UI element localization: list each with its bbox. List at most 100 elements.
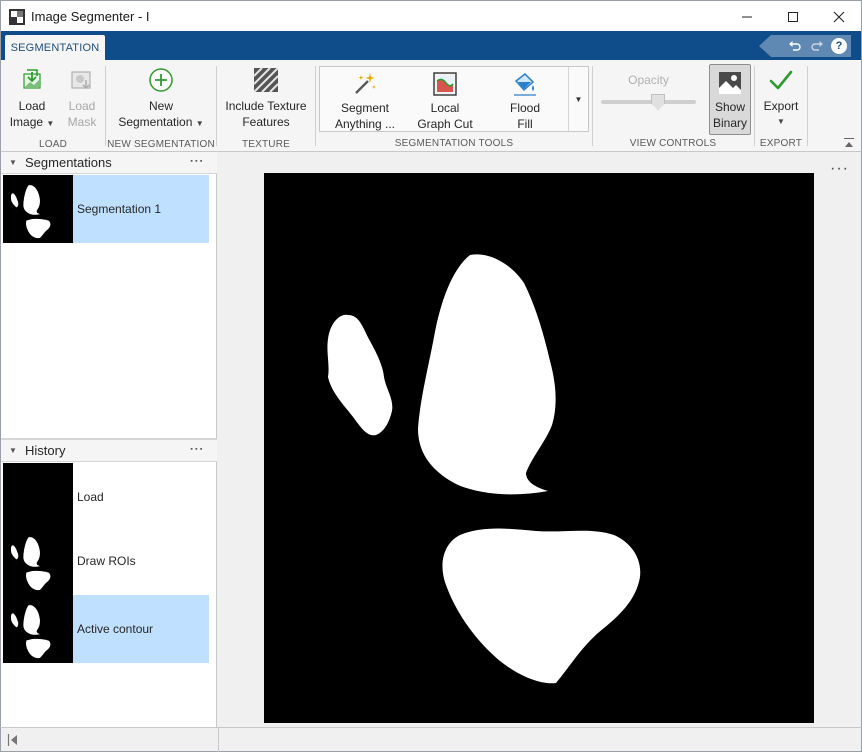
- chevron-down-icon: ▼: [574, 94, 583, 104]
- section-divider: [754, 66, 755, 146]
- segmentations-panel-header[interactable]: ▼ Segmentations ⋮: [1, 152, 217, 174]
- mask-region-top: [418, 254, 556, 495]
- section-load: Load Image ▼ Load Mask LOAD: [1, 60, 105, 152]
- show-binary-toggle[interactable]: Show Binary: [709, 64, 751, 135]
- status-divider: [218, 728, 219, 752]
- chevron-down-icon: ▼: [195, 119, 204, 128]
- quick-access-toolbar: ?: [759, 35, 851, 57]
- history-thumbnail: [3, 527, 73, 595]
- section-divider: [315, 66, 316, 146]
- app-icon: [9, 9, 25, 25]
- history-thumbnail: [3, 595, 73, 663]
- magic-wand-icon: [355, 73, 376, 94]
- include-texture-features-button[interactable]: Include Texture Features: [221, 66, 311, 130]
- title-bar: Image Segmenter - I: [0, 0, 862, 31]
- graph-cut-icon: [433, 72, 457, 96]
- image-canvas[interactable]: [264, 173, 814, 723]
- collapse-triangle-icon[interactable]: ▼: [9, 158, 21, 167]
- load-mask-label-1: Load: [68, 99, 96, 113]
- load-mask-button[interactable]: Load Mask: [59, 66, 105, 130]
- main-image-area: ···: [217, 152, 862, 727]
- section-label-export: EXPORT: [759, 138, 803, 149]
- maximize-icon: [788, 11, 798, 22]
- left-panel: ▼ Segmentations ⋮ Segmentation 1 ▼ Histo…: [0, 152, 217, 727]
- segment-anything-label-1: Segment: [340, 101, 390, 115]
- history-item-load[interactable]: Load: [3, 463, 209, 531]
- segmentation-item-label: Segmentation 1: [77, 202, 162, 216]
- flood-fill-label-1: Flood: [509, 101, 541, 115]
- opacity-slider-thumb[interactable]: [651, 94, 665, 110]
- section-texture: Include Texture Features TEXTURE: [217, 60, 315, 152]
- load-image-label-2: Image ▼: [9, 115, 55, 129]
- history-item-active-contour[interactable]: Active contour: [3, 595, 209, 663]
- flood-fill-button[interactable]: Flood Fill: [490, 70, 560, 132]
- opacity-label: Opacity: [628, 73, 669, 87]
- history-thumbnail: [3, 463, 73, 531]
- paint-bucket-icon: [514, 73, 536, 96]
- export-label: Export: [763, 99, 799, 113]
- window-title: Image Segmenter - I: [31, 9, 150, 24]
- history-item-label: Active contour: [77, 622, 154, 636]
- collapse-triangle-icon[interactable]: ▼: [9, 446, 21, 455]
- collapse-left-icon[interactable]: [7, 733, 19, 747]
- close-button[interactable]: [816, 1, 862, 32]
- panel-options-icon[interactable]: ⋮: [189, 442, 205, 455]
- mask-region-left: [327, 314, 393, 436]
- panel-options-icon[interactable]: ⋮: [189, 154, 205, 167]
- local-graph-cut-button[interactable]: Local Graph Cut: [410, 70, 480, 132]
- show-binary-label-1: Show: [714, 100, 746, 114]
- new-segmentation-label-1: New: [148, 99, 173, 113]
- flood-fill-label-2: Fill: [517, 117, 533, 131]
- segment-anything-button[interactable]: Segment Anything ...: [330, 70, 400, 132]
- undo-button[interactable]: [787, 38, 803, 54]
- load-image-icon: [23, 69, 41, 89]
- mask-region-bottom: [442, 528, 641, 684]
- minimize-button[interactable]: [724, 1, 770, 32]
- add-circle-icon: [149, 68, 173, 92]
- section-label-load: LOAD: [38, 139, 68, 150]
- undo-icon: [789, 41, 801, 51]
- gallery-expand-button[interactable]: ▼: [568, 67, 588, 131]
- segmentation-item-1[interactable]: Segmentation 1: [3, 175, 209, 243]
- new-segmentation-button[interactable]: New Segmentation ▼: [114, 66, 208, 132]
- load-mask-label-2: Mask: [67, 115, 97, 129]
- collapse-toolstrip-button[interactable]: [843, 137, 855, 149]
- texture-label-1: Include Texture: [225, 99, 307, 113]
- more-options-icon[interactable]: ···: [830, 160, 849, 178]
- texture-icon: [253, 67, 279, 93]
- segmentation-tools-gallery: Segment Anything ... Local Graph Cut Flo…: [319, 66, 589, 132]
- tab-segmentation[interactable]: SEGMENTATION: [5, 35, 105, 60]
- segmentation-thumbnail: [3, 175, 73, 243]
- opacity-slider[interactable]: [601, 100, 696, 104]
- toolstrip: Load Image ▼ Load Mask LOAD New Segmenta…: [0, 60, 862, 152]
- section-label-segmentation-tools: SEGMENTATION TOOLS: [394, 138, 514, 149]
- close-icon: [833, 11, 845, 22]
- minimize-icon: [742, 16, 752, 17]
- section-label-texture: TEXTURE: [241, 139, 291, 150]
- history-item-draw-rois[interactable]: Draw ROIs: [3, 527, 209, 595]
- collapse-up-icon: [844, 138, 854, 147]
- texture-label-2: Features: [242, 115, 290, 129]
- maximize-button[interactable]: [770, 1, 816, 32]
- section-divider: [807, 66, 808, 146]
- section-label-new-segmentation: NEW SEGMENTATION: [107, 139, 215, 150]
- section-new-segmentation: New Segmentation ▼ NEW SEGMENTATION: [106, 60, 216, 152]
- redo-icon: [811, 41, 823, 51]
- checkmark-icon: [769, 70, 793, 90]
- load-image-button[interactable]: Load Image ▼: [9, 66, 55, 132]
- binary-image-icon: [719, 72, 741, 94]
- export-button[interactable]: Export ▼: [759, 66, 803, 130]
- help-button[interactable]: ?: [831, 38, 847, 54]
- local-graph-cut-label-1: Local: [430, 101, 460, 115]
- segmentations-panel-title: Segmentations: [25, 155, 112, 170]
- redo-button[interactable]: [809, 38, 825, 54]
- history-item-label: Draw ROIs: [77, 554, 136, 568]
- load-image-label-1: Load: [18, 99, 46, 113]
- chevron-down-icon: ▼: [777, 117, 785, 126]
- tab-strip: SEGMENTATION ?: [0, 31, 862, 60]
- local-graph-cut-label-2: Graph Cut: [417, 117, 473, 131]
- history-item-label: Load: [77, 490, 104, 504]
- load-mask-icon: [71, 71, 91, 90]
- history-panel-header[interactable]: ▼ History ⋮: [1, 440, 217, 462]
- new-segmentation-label-2: Segmentation ▼: [118, 115, 204, 129]
